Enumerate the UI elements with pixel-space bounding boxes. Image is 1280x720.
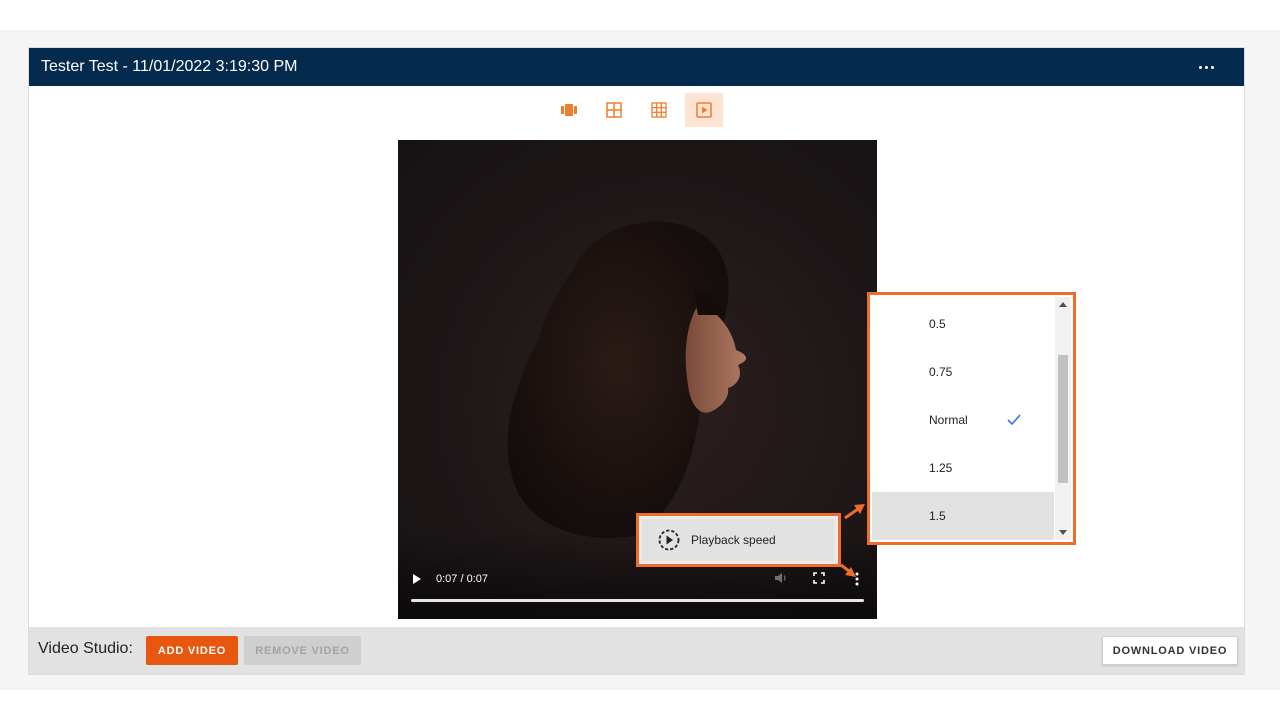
speed-option-label: 1.5 — [929, 509, 946, 523]
speed-option-normal[interactable]: Normal — [872, 396, 1054, 444]
playback-speed-label: Playback speed — [691, 533, 776, 547]
grid-2x2-icon — [606, 102, 622, 118]
carousel-icon — [561, 104, 577, 116]
speed-option-label: 0.75 — [929, 365, 953, 379]
panel-title: Tester Test - 11/01/2022 3:19:30 PM — [41, 58, 298, 75]
scroll-down-icon[interactable] — [1059, 530, 1067, 535]
single-video-view-button[interactable] — [685, 93, 723, 127]
video-studio-footer: Video Studio: ADD VIDEO REMOVE VIDEO DOW… — [29, 627, 1244, 674]
speed-options-callout: 0.5 0.75 Normal 1.25 1.5 — [867, 292, 1076, 545]
carousel-view-button[interactable] — [550, 93, 588, 127]
scroll-up-icon[interactable] — [1059, 302, 1067, 307]
speed-option-1-25[interactable]: 1.25 — [872, 444, 1054, 492]
more-vertical-icon[interactable] — [854, 572, 860, 586]
grid-2x2-view-button[interactable] — [595, 93, 633, 127]
speed-option-1-5[interactable]: 1.5 — [872, 492, 1054, 540]
download-video-button[interactable]: DOWNLOAD VIDEO — [1102, 636, 1238, 665]
fullscreen-icon[interactable] — [813, 572, 825, 584]
panel-header: Tester Test - 11/01/2022 3:19:30 PM — [29, 48, 1244, 86]
video-time: 0:07 / 0:07 — [436, 573, 488, 585]
play-square-icon — [696, 102, 712, 118]
view-toolbar — [29, 93, 1244, 127]
scrollbar-thumb[interactable] — [1058, 355, 1068, 483]
video-progress-bar[interactable] — [411, 599, 864, 602]
video-studio-label: Video Studio: — [38, 640, 133, 657]
play-icon[interactable] — [412, 573, 422, 585]
grid-3x3-view-button[interactable] — [640, 93, 678, 127]
speed-option-0-5[interactable]: 0.5 — [872, 300, 1054, 348]
speed-option-label: 0.5 — [929, 317, 946, 331]
volume-icon[interactable] — [774, 572, 788, 584]
playback-speed-menu-item[interactable]: Playback speed — [642, 519, 835, 561]
speed-menu-scrollbar[interactable] — [1055, 297, 1071, 540]
speed-option-0-75[interactable]: 0.75 — [872, 348, 1054, 396]
speed-option-label: Normal — [929, 413, 968, 427]
add-video-button[interactable]: ADD VIDEO — [146, 636, 238, 665]
more-horizontal-icon[interactable] — [1196, 58, 1218, 76]
grid-3x3-icon — [651, 102, 667, 118]
remove-video-button[interactable]: REMOVE VIDEO — [244, 636, 361, 665]
speed-option-label: 1.25 — [929, 461, 953, 475]
playback-menu-callout: Playback speed — [636, 513, 841, 567]
check-icon — [1007, 414, 1021, 425]
playback-speed-icon — [658, 529, 680, 551]
